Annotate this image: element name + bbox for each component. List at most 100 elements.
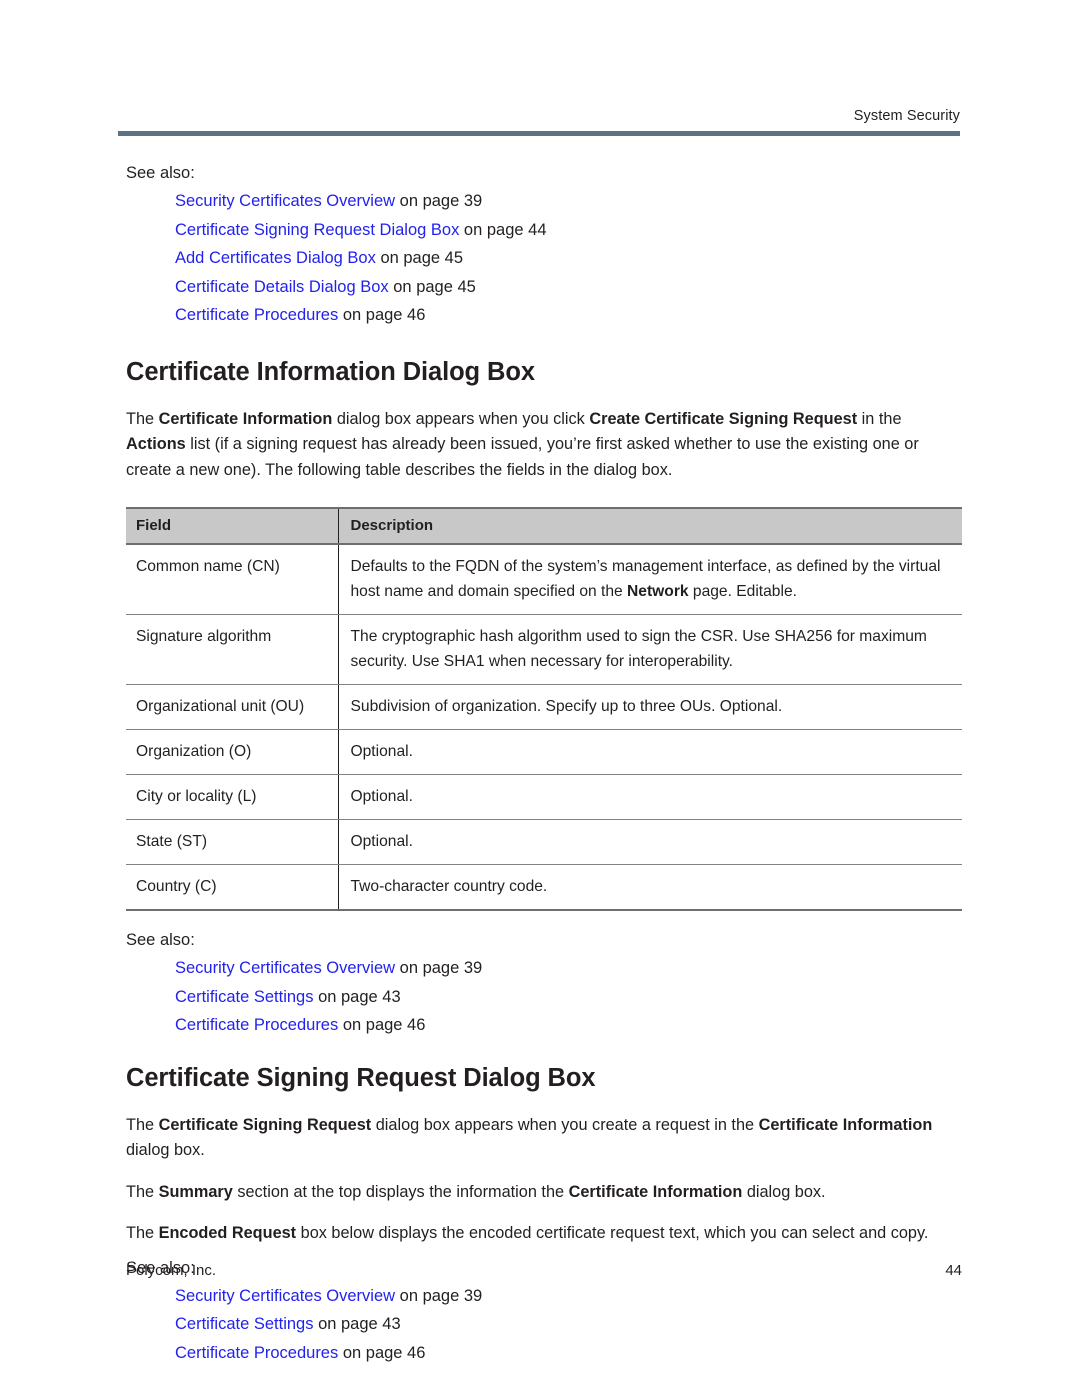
list-item: Add Certificates Dialog Box on page 45 [175,244,962,273]
table-row: Signature algorithm The cryptographic ha… [126,614,962,685]
para-bold: Create Certificate Signing Request [589,409,858,428]
cell-field: City or locality (L) [126,774,338,820]
table-header: Field Description [126,507,962,545]
para-text: dialog box appears when you click [332,409,590,428]
list-item: Certificate Details Dialog Box on page 4… [175,273,962,302]
see-also-list-1: Security Certificates Overview on page 3… [126,187,962,330]
para-text: The [126,1224,159,1242]
cross-reference-link[interactable]: Certificate Settings [175,988,313,1006]
cell-bold: Network [627,583,689,600]
list-item: Certificate Settings on page 43 [175,983,962,1012]
section-2-paragraph-1: The Certificate Signing Request dialog b… [126,1113,962,1164]
cross-reference-page: on page 46 [338,1016,426,1034]
section-2-paragraph-3: The Encoded Request box below displays t… [126,1221,962,1247]
table-row: City or locality (L) Optional. [126,774,962,820]
para-text: list (if a signing request has already b… [126,435,919,479]
cross-reference-page: on page 45 [388,277,476,296]
cross-reference-link[interactable]: Certificate Details Dialog Box [175,278,389,296]
cross-reference-link[interactable]: Certificate Procedures [175,1016,338,1034]
running-header-title: System Security [853,108,960,124]
cross-reference-page: on page 44 [459,220,547,239]
table-row: State (ST) Optional. [126,819,962,865]
table-row: Organizational unit (OU) Subdivision of … [126,684,962,730]
cell-description: Optional. [337,774,962,820]
list-item: Certificate Signing Request Dialog Box o… [175,216,962,245]
cross-reference-page: on page 39 [395,192,483,210]
para-text: dialog box. [126,1141,205,1159]
cell-field: Signature algorithm [126,614,338,685]
cell-text: Optional. [350,788,413,805]
para-text: box below displays the encoded certifica… [296,1224,929,1242]
column-header-field: Field [126,507,338,545]
section-2-paragraph-2: The Summary section at the top displays … [126,1180,962,1206]
list-item: Certificate Procedures on page 46 [175,1011,962,1040]
para-bold: Certificate Information [158,409,333,428]
cross-reference-page: on page 46 [338,306,426,324]
para-bold: Encoded Request [158,1224,297,1242]
para-text: section at the top displays the informat… [232,1182,569,1201]
cell-description: Two-character country code. [337,864,962,911]
cell-text: Two-character country code. [350,878,548,895]
cell-description: Subdivision of organization. Specify up … [337,684,962,730]
footer-company: Polycom, Inc. [126,1262,217,1279]
para-bold: Certificate Information [568,1182,743,1201]
para-bold: Summary [158,1182,233,1201]
page-content: See also: Security Certificates Overview… [126,160,962,1367]
cross-reference-page: on page 46 [338,1343,426,1362]
para-bold: Certificate Signing Request [158,1115,372,1134]
cell-description: The cryptographic hash algorithm used to… [337,614,962,685]
list-item: Certificate Procedures on page 46 [175,1339,962,1368]
cross-reference-link[interactable]: Security Certificates Overview [175,1287,395,1305]
table-row: Common name (CN) Defaults to the FQDN of… [126,544,962,615]
cross-reference-link[interactable]: Certificate Procedures [175,1344,338,1362]
cross-reference-link[interactable]: Security Certificates Overview [175,192,395,210]
para-text: dialog box. [742,1182,826,1201]
cross-reference-link[interactable]: Add Certificates Dialog Box [175,249,376,267]
para-text: The [126,1182,159,1201]
list-item: Security Certificates Overview on page 3… [175,1282,962,1311]
cell-text: Subdivision of organization. Specify up … [350,698,783,715]
certificate-information-fields-table: Field Description Common name (CN) Defau… [126,507,962,911]
see-also-label-1: See also: [126,164,195,182]
table-header-row: Field Description [126,507,962,545]
cell-field: State (ST) [126,819,338,865]
para-bold: Actions [126,435,186,453]
running-header: System Security [120,108,960,124]
cell-text: Optional. [350,833,413,850]
cell-text: The cryptographic hash algorithm used to… [350,628,927,670]
cross-reference-link[interactable]: Certificate Procedures [175,306,338,324]
cross-reference-link[interactable]: Certificate Signing Request Dialog Box [175,221,459,239]
para-text: in the [857,409,902,428]
cross-reference-page: on page 43 [313,987,401,1006]
see-also-label-2: See also: [126,931,195,949]
cell-text: page. Editable. [688,583,797,600]
see-also-list-2: Security Certificates Overview on page 3… [126,954,962,1040]
para-text: The [126,409,159,428]
table-row: Organization (O) Optional. [126,729,962,775]
list-item: Certificate Procedures on page 46 [175,301,962,330]
list-item: Certificate Settings on page 43 [175,1310,962,1339]
cell-field: Organizational unit (OU) [126,684,338,730]
cross-reference-page: on page 39 [395,1286,483,1305]
cross-reference-link[interactable]: Certificate Settings [175,1315,313,1333]
cell-description: Defaults to the FQDN of the system’s man… [337,544,962,615]
list-item: Security Certificates Overview on page 3… [175,954,962,983]
footer-page-number: 44 [945,1262,962,1279]
cell-field: Country (C) [126,864,338,911]
header-rule-divider [118,131,960,136]
cross-reference-page: on page 43 [313,1315,401,1333]
section-heading-certificate-signing-request: Certificate Signing Request Dialog Box [126,1063,596,1092]
table-body: Common name (CN) Defaults to the FQDN of… [126,544,962,911]
cross-reference-link[interactable]: Security Certificates Overview [175,959,395,977]
section-heading-certificate-information: Certificate Information Dialog Box [126,357,535,386]
list-item: Security Certificates Overview on page 3… [175,187,962,216]
para-text: dialog box appears when you create a req… [371,1115,759,1134]
column-header-description: Description [337,507,962,545]
